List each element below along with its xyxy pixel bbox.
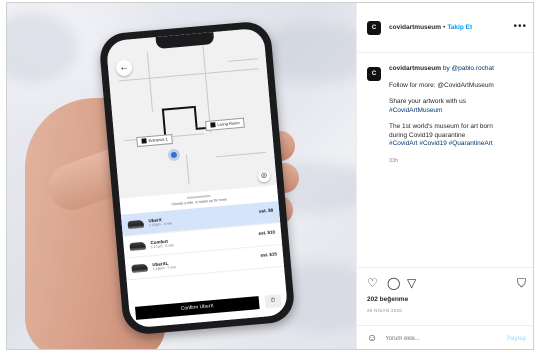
map-wall	[185, 154, 190, 185]
hashtag-link[interactable]: #CovidArt #Covid19 #QuarantineArt	[389, 140, 493, 147]
caption-line: during Covid19 quarantine	[389, 131, 466, 139]
map-wall	[216, 151, 267, 158]
ride-sheet: Choose a ride, or swipe up for more Uber…	[119, 185, 289, 329]
ride-price: est. $8	[258, 207, 274, 214]
caption-body: covidartmuseum by @pablo.rochat Follow f…	[389, 65, 525, 165]
schedule-icon[interactable]: ⏱	[264, 294, 282, 309]
comment-bar: ☺ Paylaş	[357, 325, 533, 349]
current-location-dot	[170, 151, 178, 159]
ride-eta: 1:15pm · 4 min	[148, 221, 173, 228]
map-wall	[202, 42, 212, 133]
avatar[interactable]: C	[367, 67, 381, 81]
bookmark-icon[interactable]: ⛉	[517, 276, 526, 290]
car-icon	[127, 219, 145, 229]
emoji-icon[interactable]: ☺	[367, 333, 377, 344]
route-line	[161, 106, 194, 111]
ride-eta: 1:17pm · 6 min	[150, 243, 175, 250]
floor-plan-map[interactable]: Entrance 1 Living Room ← ◎	[105, 27, 277, 199]
caption-line: The 1st world's museum for art born	[389, 123, 493, 130]
map-pin-living-room[interactable]: Living Room	[205, 117, 246, 132]
post-date: 20 NİSAN 2020	[367, 308, 403, 313]
comment-icon[interactable]: ◯	[387, 276, 400, 290]
back-arrow-icon[interactable]: ←	[115, 59, 133, 77]
ride-eta: 1:18pm · 7 min	[152, 265, 177, 272]
caption-credit[interactable]: by @pablo.rochat	[443, 65, 494, 72]
avatar[interactable]: C	[367, 20, 381, 35]
post-header: C covidartmuseum • Takip Et •••	[357, 3, 533, 53]
route-line	[161, 108, 167, 137]
phone: Entrance 1 Living Room ← ◎ Choose a ride…	[98, 20, 296, 336]
heart-icon[interactable]: ♡	[367, 276, 378, 290]
share-icon[interactable]: ▽	[407, 276, 416, 290]
route-line	[193, 105, 198, 128]
pin-icon	[210, 122, 216, 129]
map-pin-entrance[interactable]: Entrance 1	[136, 133, 174, 148]
separator-dot: •	[443, 24, 446, 31]
likes-count[interactable]: 202 beğenme	[367, 296, 526, 303]
caption-line: Share your artwork with us	[389, 98, 466, 105]
blanket-fold	[7, 13, 77, 83]
confirm-ride-button[interactable]: Confirm UberX	[134, 296, 260, 320]
action-icons: ♡ ◯ ▽ ⛉	[367, 274, 526, 292]
map-pin-label: Living Room	[217, 120, 240, 128]
ride-price: est. $15	[260, 251, 278, 258]
phone-screen: Entrance 1 Living Room ← ◎ Choose a ride…	[105, 27, 289, 329]
hashtag-link[interactable]: #CovidArtMuseum	[389, 107, 442, 114]
map-wall	[227, 58, 258, 62]
map-pin-label: Entrance 1	[148, 136, 169, 144]
screenshot-frame: Entrance 1 Living Room ← ◎ Choose a ride…	[6, 2, 534, 350]
map-wall	[146, 51, 154, 112]
username-link[interactable]: covidartmuseum	[389, 24, 441, 31]
follow-button[interactable]: Takip Et	[447, 24, 472, 31]
post-sidebar: C covidartmuseum • Takip Et ••• C covida…	[356, 3, 533, 349]
locate-icon[interactable]: ◎	[257, 169, 271, 183]
post-comment-button[interactable]: Paylaş	[507, 336, 526, 342]
more-options-icon[interactable]: •••	[513, 21, 527, 32]
car-icon	[129, 241, 147, 251]
car-icon	[131, 263, 148, 273]
post-actions: ♡ ◯ ▽ ⛉ 202 beğenme 20 NİSAN 2020	[357, 267, 533, 313]
post-time: 33h	[389, 157, 399, 164]
ride-price: est. $10	[258, 229, 276, 236]
pin-icon	[141, 138, 147, 145]
caption: C covidartmuseum by @pablo.rochat Follow…	[357, 53, 533, 165]
caption-line: Follow for more: @CovidArtMuseum	[389, 81, 494, 89]
map-wall	[119, 68, 259, 82]
caption-username[interactable]: covidartmuseum	[389, 65, 441, 72]
comment-input[interactable]	[385, 335, 507, 342]
post-photo[interactable]: Entrance 1 Living Room ← ◎ Choose a ride…	[7, 3, 356, 349]
